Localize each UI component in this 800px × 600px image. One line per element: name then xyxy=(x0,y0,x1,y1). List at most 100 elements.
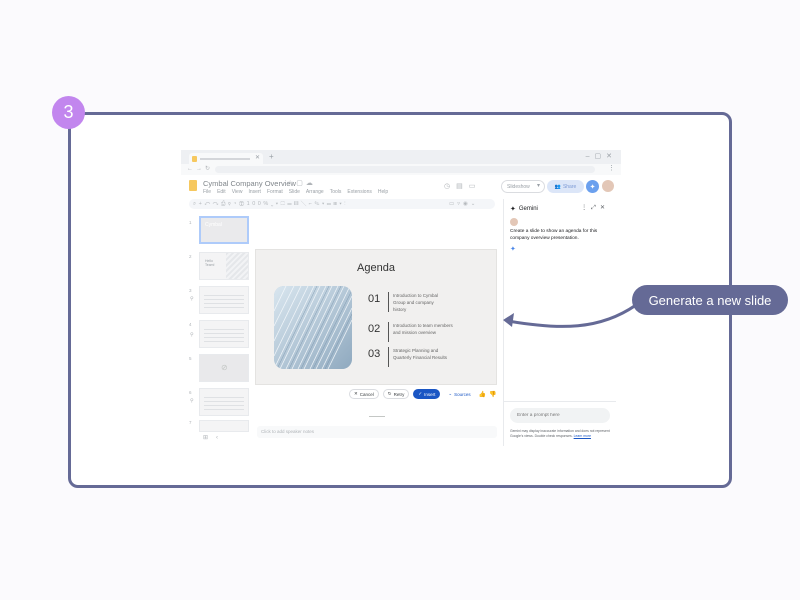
retry-icon: ↻ xyxy=(387,391,392,396)
learn-more-link[interactable]: Learn more xyxy=(574,434,591,438)
menu-arrange[interactable]: Arrange xyxy=(306,189,324,195)
menu-file[interactable]: File xyxy=(203,189,211,195)
step-number-badge: 3 xyxy=(52,96,85,129)
agenda-slide[interactable]: Agenda 01 Introduction to Cymbal Group a… xyxy=(255,249,497,385)
share-label: Share xyxy=(562,183,577,190)
share-button[interactable]: 👥 Share xyxy=(547,180,584,193)
agenda-text: Introduction to Cymbal Group and company… xyxy=(393,293,439,312)
agenda-text: Introduction to team members and mission… xyxy=(393,323,453,335)
nav-buttons-icon[interactable]: ←→↻ xyxy=(187,165,213,172)
agenda-number: 02 xyxy=(368,323,381,335)
slide-filmstrip: 1 Cymbal 2 Hello Team! 3 ⚲ 4 ⚲ 5 ⊘ 6 ⚲ 7… xyxy=(189,216,254,446)
thumb-image xyxy=(226,253,248,279)
slide-thumbnail-3[interactable] xyxy=(199,286,249,314)
agenda-number: 01 xyxy=(368,293,381,305)
agenda-item-1: 01 Introduction to Cymbal Group and comp… xyxy=(368,292,473,314)
menu-edit[interactable]: Edit xyxy=(217,189,226,195)
thumb-content xyxy=(204,329,244,343)
menu-bar: File Edit View Insert Format Slide Arran… xyxy=(203,189,388,195)
browser-tab-bar: ✕ + –▢✕ xyxy=(181,150,621,164)
menu-extensions[interactable]: Extensions xyxy=(347,189,371,195)
link-icon: ⚲ xyxy=(190,296,194,302)
agenda-item-3: 03 Strategic Planning and Quarterly Fina… xyxy=(368,347,473,369)
callout-label: Generate a new slide xyxy=(632,285,788,315)
gemini-sparkle-icon: ✦ xyxy=(510,206,516,213)
thumb-content xyxy=(204,295,244,309)
agenda-text: Strategic Planning and Quarterly Financi… xyxy=(393,348,448,360)
slides-logo-icon[interactable] xyxy=(189,180,197,191)
star-move-cloud-icons[interactable]: ☆▢☁ xyxy=(287,179,316,187)
image-placeholder-icon: ⊘ xyxy=(221,363,228,372)
slide-thumbnail-5[interactable]: ⊘ xyxy=(199,354,249,382)
panel-controls[interactable]: ⋮⤢✕ xyxy=(581,204,609,212)
menu-format[interactable]: Format xyxy=(267,189,283,195)
chevron-down-icon: ⌄ xyxy=(448,391,453,396)
slide-thumbnail-6[interactable] xyxy=(199,388,249,416)
menu-tools[interactable]: Tools xyxy=(330,189,342,195)
menu-insert[interactable]: Insert xyxy=(248,189,261,195)
browser-window: ✕ + –▢✕ ←→↻ ⋮ Cymbal Company Overview ☆▢… xyxy=(181,150,621,448)
browser-menu-icon[interactable]: ⋮ xyxy=(608,164,615,172)
browser-tab[interactable]: ✕ xyxy=(189,153,263,164)
gemini-panel-title: Gemini xyxy=(518,206,538,212)
slideshow-button[interactable]: Slideshow ▾ xyxy=(501,180,545,193)
grid-view-icon[interactable]: ⊞‹ xyxy=(203,434,226,441)
agenda-divider xyxy=(388,322,389,342)
architecture-image-icon xyxy=(274,286,352,369)
link-icon: ⚲ xyxy=(190,332,194,338)
slide-number: 7 xyxy=(189,420,192,425)
slide-number: 3 xyxy=(189,288,192,293)
window-controls[interactable]: –▢✕ xyxy=(586,152,617,160)
agenda-divider xyxy=(388,292,389,312)
slide-thumbnail-7[interactable] xyxy=(199,420,249,432)
slides-favicon-icon xyxy=(192,155,197,162)
gemini-prompt-input[interactable] xyxy=(510,408,610,423)
slide-number: 5 xyxy=(189,356,192,361)
avatar[interactable] xyxy=(602,180,614,192)
people-icon: 👥 xyxy=(554,183,561,190)
toolbar-right-icons[interactable]: ▭▿◉⌄ xyxy=(449,199,478,209)
menu-view[interactable]: View xyxy=(232,189,243,195)
gemini-disclaimer: Gemini may display inaccurate informatio… xyxy=(510,429,610,438)
gemini-response-sparkle-icon: ✦ xyxy=(510,246,516,253)
thumb-title: Cymbal xyxy=(205,222,222,228)
close-tab-icon[interactable]: ✕ xyxy=(255,154,260,161)
slide-number: 6 xyxy=(189,390,192,395)
new-tab-icon[interactable]: + xyxy=(269,152,274,161)
disclaimer-text: Gemini may display inaccurate informatio… xyxy=(510,429,610,438)
slide-number: 4 xyxy=(189,322,192,327)
cancel-button[interactable]: ✕ Cancel xyxy=(349,389,379,399)
chevron-down-icon[interactable]: ▾ xyxy=(537,182,540,189)
insert-button[interactable]: ✓ Insert xyxy=(413,389,441,399)
slideshow-label: Slideshow xyxy=(507,183,530,190)
slide-thumbnail-4[interactable] xyxy=(199,320,249,348)
slide-thumbnail-1[interactable]: Cymbal xyxy=(199,216,249,244)
retry-button[interactable]: ↻ Retry xyxy=(382,389,410,399)
agenda-divider xyxy=(388,347,389,367)
speaker-notes-field[interactable]: Click to add speaker notes xyxy=(257,426,497,438)
avatar xyxy=(510,218,518,226)
agenda-item-2: 02 Introduction to team members and miss… xyxy=(368,322,473,344)
document-title[interactable]: Cymbal Company Overview xyxy=(203,179,296,188)
agenda-number: 03 xyxy=(368,348,381,360)
link-icon: ⚲ xyxy=(190,398,194,404)
architecture-photo xyxy=(274,286,352,369)
thumb-content xyxy=(204,397,244,411)
tab-title-placeholder xyxy=(200,157,250,160)
sources-button[interactable]: ⌄ Sources xyxy=(444,389,474,399)
menu-slide[interactable]: Slide xyxy=(289,189,300,195)
slide-title: Agenda xyxy=(357,262,395,274)
slide-number: 1 xyxy=(189,220,192,225)
gemini-panel-header: ✦ Gemini xyxy=(510,205,538,213)
gemini-sparkle-icon[interactable]: ✦ xyxy=(586,180,599,193)
omnibox[interactable] xyxy=(215,166,595,173)
divider xyxy=(504,401,616,402)
menu-help[interactable]: Help xyxy=(378,189,388,195)
address-bar-row: ←→↻ ⋮ xyxy=(181,164,621,175)
history-comments-meet-icons[interactable]: ◷▤▭ xyxy=(444,182,481,190)
notes-resize-handle[interactable] xyxy=(369,416,385,417)
retry-label: Retry xyxy=(393,391,405,397)
thumbs-up-down-icons[interactable]: 👍👎 xyxy=(479,391,500,398)
gemini-side-panel: ✦ Gemini ⋮⤢✕ Create a slide to show an a… xyxy=(503,199,616,446)
slide-thumbnail-2[interactable]: Hello Team! xyxy=(199,252,249,280)
